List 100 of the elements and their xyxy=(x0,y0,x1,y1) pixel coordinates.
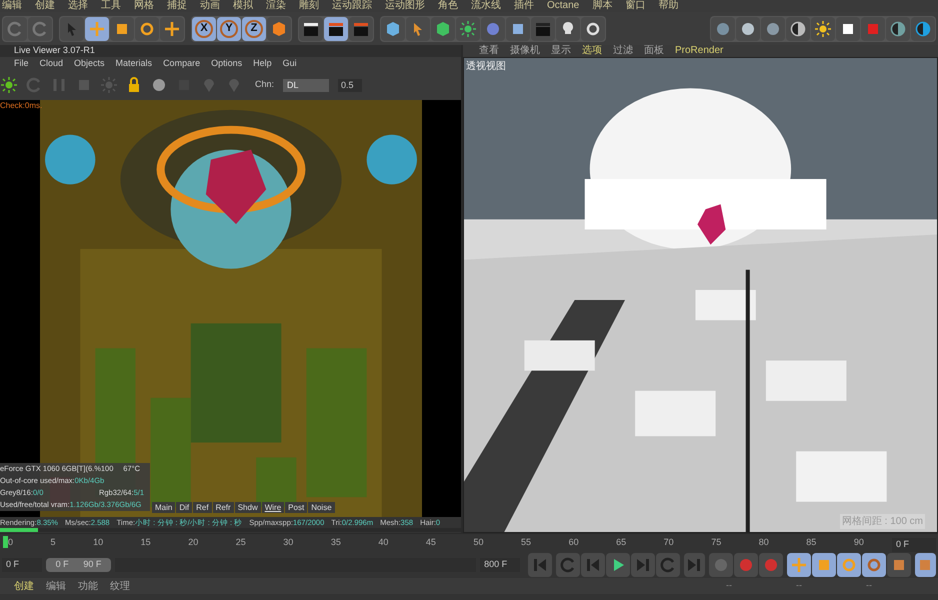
menu-item[interactable]: 运动图形 xyxy=(385,0,425,12)
play-button[interactable] xyxy=(606,553,630,577)
step-forward-icon xyxy=(634,557,651,573)
area-light-button[interactable] xyxy=(836,16,860,40)
step-back-icon xyxy=(584,557,601,573)
render-settings-button[interactable] xyxy=(349,16,373,40)
contrast-button[interactable] xyxy=(886,16,910,40)
menu-item[interactable]: 脚本 xyxy=(592,0,612,12)
points-key-button[interactable] xyxy=(886,553,911,577)
menu-item[interactable]: 功能 xyxy=(78,578,98,594)
attribute-text: -- xyxy=(726,579,732,592)
tool-button[interactable] xyxy=(60,16,84,40)
menu-item[interactable]: 运动跟踪 xyxy=(332,0,372,12)
menu-item[interactable]: 面板 xyxy=(644,45,664,57)
pen-button[interactable] xyxy=(406,16,430,40)
axis-lock-button[interactable]: Y xyxy=(217,16,241,40)
pass-tab[interactable]: Main xyxy=(152,502,176,513)
menu-item[interactable]: 编辑 xyxy=(46,578,66,594)
menu-item[interactable]: 动画 xyxy=(200,0,220,12)
value-field[interactable]: 0.5 xyxy=(338,78,362,92)
move-key-button[interactable] xyxy=(786,553,811,577)
skip-back-icon xyxy=(532,557,548,573)
material-button[interactable] xyxy=(736,16,760,40)
menu-item[interactable]: 创建 xyxy=(35,0,55,12)
pass-tab[interactable]: Refr xyxy=(212,502,234,513)
frame-tick: 65 xyxy=(616,536,626,549)
menu-item[interactable]: 网格 xyxy=(134,0,154,12)
menu-item[interactable]: ProRender xyxy=(675,45,724,57)
menu-item[interactable]: Options xyxy=(211,56,242,70)
sun-button[interactable] xyxy=(811,16,835,40)
keyframe-button[interactable] xyxy=(708,553,733,577)
viewport-label: 透视视图 xyxy=(466,60,506,74)
frame-tick: 5 xyxy=(50,536,56,549)
frame-tick: 85 xyxy=(806,536,816,549)
pass-tab[interactable]: Ref xyxy=(193,502,212,513)
undo-button[interactable] xyxy=(3,16,27,40)
pass-tab[interactable]: Noise xyxy=(308,502,335,513)
deformer-button[interactable] xyxy=(481,16,505,40)
material-button[interactable] xyxy=(786,16,810,40)
loop-icon xyxy=(560,557,576,573)
axis-lock-button[interactable]: X xyxy=(192,16,216,40)
parameter-key-button[interactable] xyxy=(862,553,886,577)
frame-range-field[interactable]: 0 F 90 F xyxy=(46,558,112,572)
menu-item[interactable]: 插件 xyxy=(514,0,534,12)
menu-item[interactable]: File xyxy=(14,56,29,70)
tool-button[interactable] xyxy=(110,16,134,40)
pass-tab[interactable]: Wire xyxy=(262,502,284,513)
rotate-key-button[interactable] xyxy=(836,553,861,577)
redo-button[interactable] xyxy=(28,16,52,40)
menu-item[interactable]: Gui xyxy=(282,56,297,70)
menu-item[interactable]: 选项 xyxy=(582,45,602,57)
render-button[interactable] xyxy=(324,16,348,40)
light-button[interactable] xyxy=(556,16,580,40)
subdivision-button[interactable] xyxy=(431,16,455,40)
timeline-button[interactable] xyxy=(914,553,936,577)
frame-field[interactable]: 0 F xyxy=(2,558,42,572)
menu-item[interactable]: 工具 xyxy=(101,0,121,12)
shuffle-button[interactable] xyxy=(581,16,605,40)
help-button[interactable] xyxy=(758,553,783,577)
frame-tick: 20 xyxy=(188,536,198,549)
menu-item[interactable]: Cloud xyxy=(40,56,64,70)
tool-button[interactable] xyxy=(85,16,109,40)
frame-field[interactable]: 0 F xyxy=(892,538,936,552)
menu-item[interactable]: 编辑 xyxy=(2,0,22,12)
menu-item[interactable]: 帮助 xyxy=(658,0,678,12)
menu-item[interactable]: 选择 xyxy=(68,0,88,12)
cloner-button[interactable] xyxy=(456,16,480,40)
frame-field[interactable]: 800 F xyxy=(480,558,520,572)
menu-item[interactable]: Materials xyxy=(116,56,152,70)
sphere-icon xyxy=(151,77,167,93)
menu-item[interactable]: Objects xyxy=(74,56,105,70)
menu-item[interactable]: 创建 xyxy=(14,578,34,594)
pass-tab[interactable]: Dif xyxy=(176,502,192,513)
lock-icon xyxy=(126,77,142,93)
menu-item[interactable]: 摄像机 xyxy=(510,45,540,57)
menu-item[interactable]: Compare xyxy=(163,56,200,70)
tool-button[interactable] xyxy=(160,16,184,40)
frame-tick: 30 xyxy=(283,536,294,549)
menu-item[interactable]: 查看 xyxy=(479,45,499,57)
cube-button[interactable] xyxy=(381,16,405,40)
render-view-button[interactable] xyxy=(299,16,323,40)
pin-icon xyxy=(201,77,217,93)
tool-button[interactable] xyxy=(135,16,159,40)
record-icon xyxy=(738,557,754,573)
floor-button[interactable] xyxy=(506,16,530,40)
coordinate-button[interactable] xyxy=(267,16,291,40)
contrast-button[interactable] xyxy=(911,16,935,40)
pass-tab[interactable]: Shdw xyxy=(234,502,261,513)
menu-item[interactable]: 显示 xyxy=(551,45,571,57)
clapper-icon xyxy=(328,20,344,36)
channel-dropdown[interactable]: DL xyxy=(283,78,330,92)
menu-item[interactable]: 过滤 xyxy=(613,45,633,57)
pass-tab[interactable]: Post xyxy=(285,502,308,513)
menu-item[interactable]: 纹理 xyxy=(110,578,130,594)
menu-item[interactable]: Help xyxy=(253,56,272,70)
menu-item[interactable]: 角色 xyxy=(438,0,458,12)
axis-lock-button[interactable]: Z xyxy=(242,16,266,40)
menu-item[interactable]: Octane xyxy=(547,0,580,12)
scale-key-button[interactable] xyxy=(812,553,836,577)
record-button[interactable] xyxy=(734,553,758,577)
